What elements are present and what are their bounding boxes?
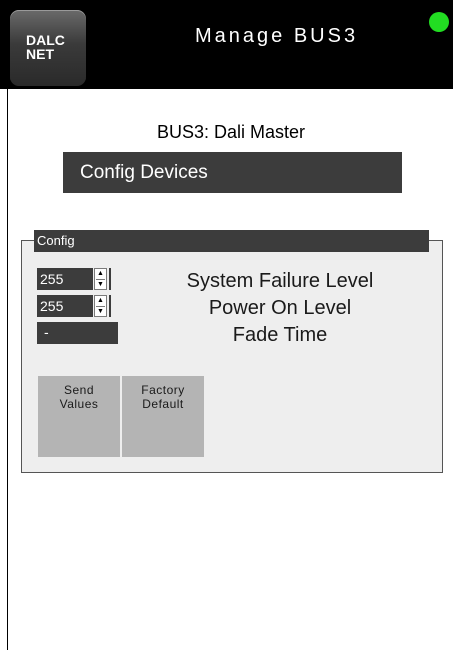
send-values-label-line2: Values	[59, 397, 99, 411]
logo-text-line2: NET	[26, 46, 54, 62]
system-failure-level-label: System Failure Level	[186, 270, 374, 292]
factory-default-label-line2: Default	[142, 397, 184, 411]
dalcnet-logo-button[interactable]: DALC NET	[10, 10, 86, 86]
fade-time-label: Fade Time	[232, 324, 328, 346]
config-devices-button[interactable]: Config Devices	[63, 152, 402, 193]
send-values-label-line1: Send	[63, 383, 95, 397]
spin-down-icon[interactable]: ▼	[96, 306, 105, 316]
factory-default-label-line1: Factory	[141, 383, 185, 397]
bus-title: BUS3: Dali Master	[156, 122, 306, 142]
power-on-level-input[interactable]: 255	[37, 295, 93, 317]
power-on-level-stepper[interactable]: 255 ▲ ▼	[37, 295, 118, 317]
spin-up-icon[interactable]: ▲	[96, 296, 105, 305]
status-dot-icon	[429, 12, 449, 32]
logo-text-line1: DALC	[26, 32, 65, 48]
stepper-edge	[109, 268, 111, 290]
header-bar: DALC NET Manage BUS3	[0, 0, 453, 89]
left-divider	[7, 89, 8, 650]
config-panel-title: Config	[34, 230, 429, 252]
fade-time-input[interactable]: -	[37, 322, 118, 344]
system-failure-level-stepper[interactable]: 255 ▲ ▼	[37, 268, 118, 290]
spin-up-icon[interactable]: ▲	[96, 269, 105, 278]
power-on-level-label: Power On Level	[208, 297, 352, 319]
stepper-edge	[109, 295, 111, 317]
send-values-button[interactable]: Send Values	[38, 376, 120, 457]
factory-default-button[interactable]: Factory Default	[122, 376, 204, 457]
system-failure-level-spin[interactable]: ▲ ▼	[94, 268, 107, 290]
spin-down-icon[interactable]: ▼	[96, 279, 105, 289]
power-on-level-spin[interactable]: ▲ ▼	[94, 295, 107, 317]
system-failure-level-input[interactable]: 255	[37, 268, 93, 290]
page-title: Manage BUS3	[195, 25, 359, 47]
